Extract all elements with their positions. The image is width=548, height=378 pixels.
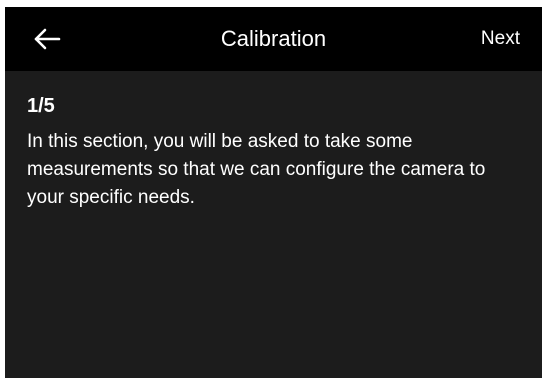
page-title: Calibration (220, 26, 327, 51)
step-indicator: 1/5 (27, 95, 55, 117)
back-button[interactable] (27, 21, 67, 57)
step-description: In this section, you will be asked to ta… (27, 131, 486, 208)
calibration-screen: Calibration Next 1/5 In this section, yo… (5, 7, 542, 378)
app-header: Calibration Next (5, 7, 542, 71)
next-button[interactable]: Next (481, 21, 520, 57)
calibration-content: 1/5 In this section, you will be asked t… (27, 95, 527, 212)
arrow-left-icon (34, 28, 61, 50)
